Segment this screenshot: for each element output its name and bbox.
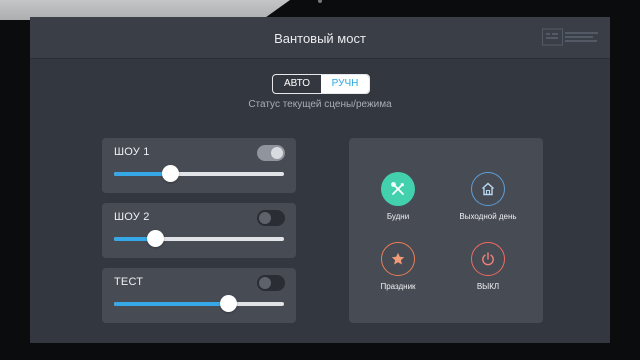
quick-action-icon[interactable] xyxy=(381,172,415,206)
quick-action-icon[interactable] xyxy=(471,172,505,206)
scene-card-show-1: ШОУ 1 xyxy=(102,138,296,193)
slider-thumb[interactable] xyxy=(162,165,180,182)
scene-slider[interactable] xyxy=(114,165,284,182)
slider-thumb[interactable] xyxy=(146,230,164,247)
quick-action-icon[interactable] xyxy=(381,242,415,276)
quick-action-icon[interactable] xyxy=(471,242,505,276)
toggle-knob xyxy=(259,277,271,289)
quick-action-weekdays[interactable]: Будни xyxy=(352,172,444,221)
mode-switch[interactable]: АВТО РУЧН xyxy=(272,74,370,94)
power-icon xyxy=(482,252,494,266)
quick-action-holiday[interactable]: Праздник xyxy=(352,242,444,291)
toggle-knob xyxy=(259,212,271,224)
status-text: Статус текущей сцены/режима xyxy=(248,99,392,110)
app-header: Вантовый мост xyxy=(30,17,610,59)
quick-action-weekend[interactable]: Выходной день xyxy=(442,172,534,221)
quick-action-label: Будни xyxy=(386,212,410,221)
star-icon xyxy=(391,252,405,265)
scene-card-show-2: ШОУ 2 xyxy=(102,203,296,258)
scene-toggle[interactable] xyxy=(257,210,285,226)
manual-mode-button[interactable]: РУЧН xyxy=(321,75,369,93)
scene-name: ШОУ 1 xyxy=(114,146,150,158)
tools-icon xyxy=(391,182,405,195)
quick-action-label: Выходной день xyxy=(459,212,517,221)
quick-action-label: Праздник xyxy=(380,282,416,291)
home-icon xyxy=(482,182,494,196)
scene-name: ТЕСТ xyxy=(114,276,144,288)
scene-slider[interactable] xyxy=(114,230,284,247)
slider-fill xyxy=(114,302,228,306)
quick-action-off[interactable]: ВЫКЛ xyxy=(442,242,534,291)
page-title: Вантовый мост xyxy=(274,31,366,46)
toggle-knob xyxy=(271,147,283,159)
auto-mode-button[interactable]: АВТО xyxy=(273,75,321,93)
scene-toggle[interactable] xyxy=(257,275,285,291)
scene-toggle[interactable] xyxy=(257,145,285,161)
scene-slider[interactable] xyxy=(114,295,284,312)
slider-thumb[interactable] xyxy=(219,295,237,312)
scene-name: ШОУ 2 xyxy=(114,211,150,223)
brand-logo xyxy=(542,28,598,46)
app-screen: Вантовый мост АВТО РУЧН Статус текущей с… xyxy=(30,17,610,343)
scene-card-test: ТЕСТ xyxy=(102,268,296,323)
quick-actions-panel: Будни Выходной день Праздник ВЫКЛ xyxy=(349,138,543,323)
quick-action-label: ВЫКЛ xyxy=(476,282,500,291)
